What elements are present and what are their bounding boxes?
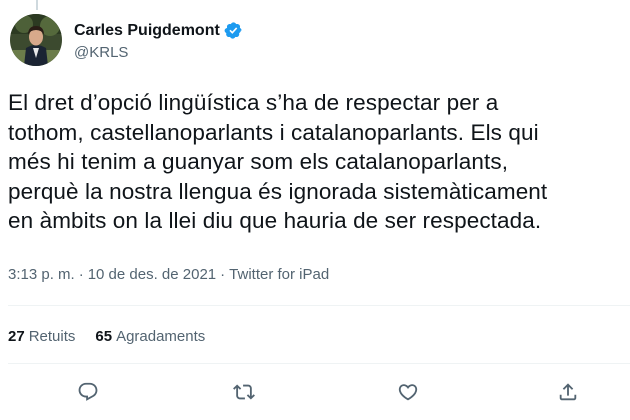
retweets-count: 27 — [8, 328, 25, 345]
tweet-source[interactable]: Twitter for iPad — [229, 266, 329, 283]
tweet-date[interactable]: 10 de des. de 2021 — [88, 266, 216, 283]
display-name[interactable]: Carles Puigdemont — [74, 22, 220, 40]
retweet-icon — [233, 384, 255, 400]
like-button[interactable] — [393, 377, 423, 407]
tweet-time[interactable]: 3:13 p. m. — [8, 266, 75, 283]
reply-icon — [78, 382, 98, 401]
divider — [8, 305, 630, 306]
tweet-body-text: El dret d’opció lingüística s’ha de resp… — [8, 90, 548, 233]
meta-separator: · — [78, 266, 84, 283]
meta-separator: · — [220, 266, 226, 283]
reply-button[interactable] — [73, 377, 103, 407]
tweet-metadata: 3:13 p. m. · 10 de des. de 2021 · Twitte… — [8, 266, 329, 283]
user-handle[interactable]: @KRLS — [74, 44, 243, 61]
avatar[interactable] — [10, 14, 62, 66]
divider — [8, 363, 630, 364]
engagement-stats: 27 Retuits 65 Agradaments — [8, 328, 225, 345]
share-icon — [559, 383, 577, 401]
like-icon — [398, 384, 418, 401]
retweets-label: Retuits — [28, 328, 76, 345]
share-button[interactable] — [553, 377, 583, 407]
retweet-button[interactable] — [229, 377, 259, 407]
tweet-actions-bar — [0, 377, 630, 407]
thread-connector-line — [36, 0, 38, 10]
likes-count: 65 — [95, 328, 113, 345]
tweet-header: Carles Puigdemont @KRLS — [10, 14, 243, 66]
likes-stat[interactable]: 65 Agradaments — [95, 328, 205, 345]
retweets-stat[interactable]: 27 Retuits — [8, 328, 75, 345]
verified-badge-icon — [224, 21, 243, 40]
likes-label: Agradaments — [116, 328, 206, 345]
